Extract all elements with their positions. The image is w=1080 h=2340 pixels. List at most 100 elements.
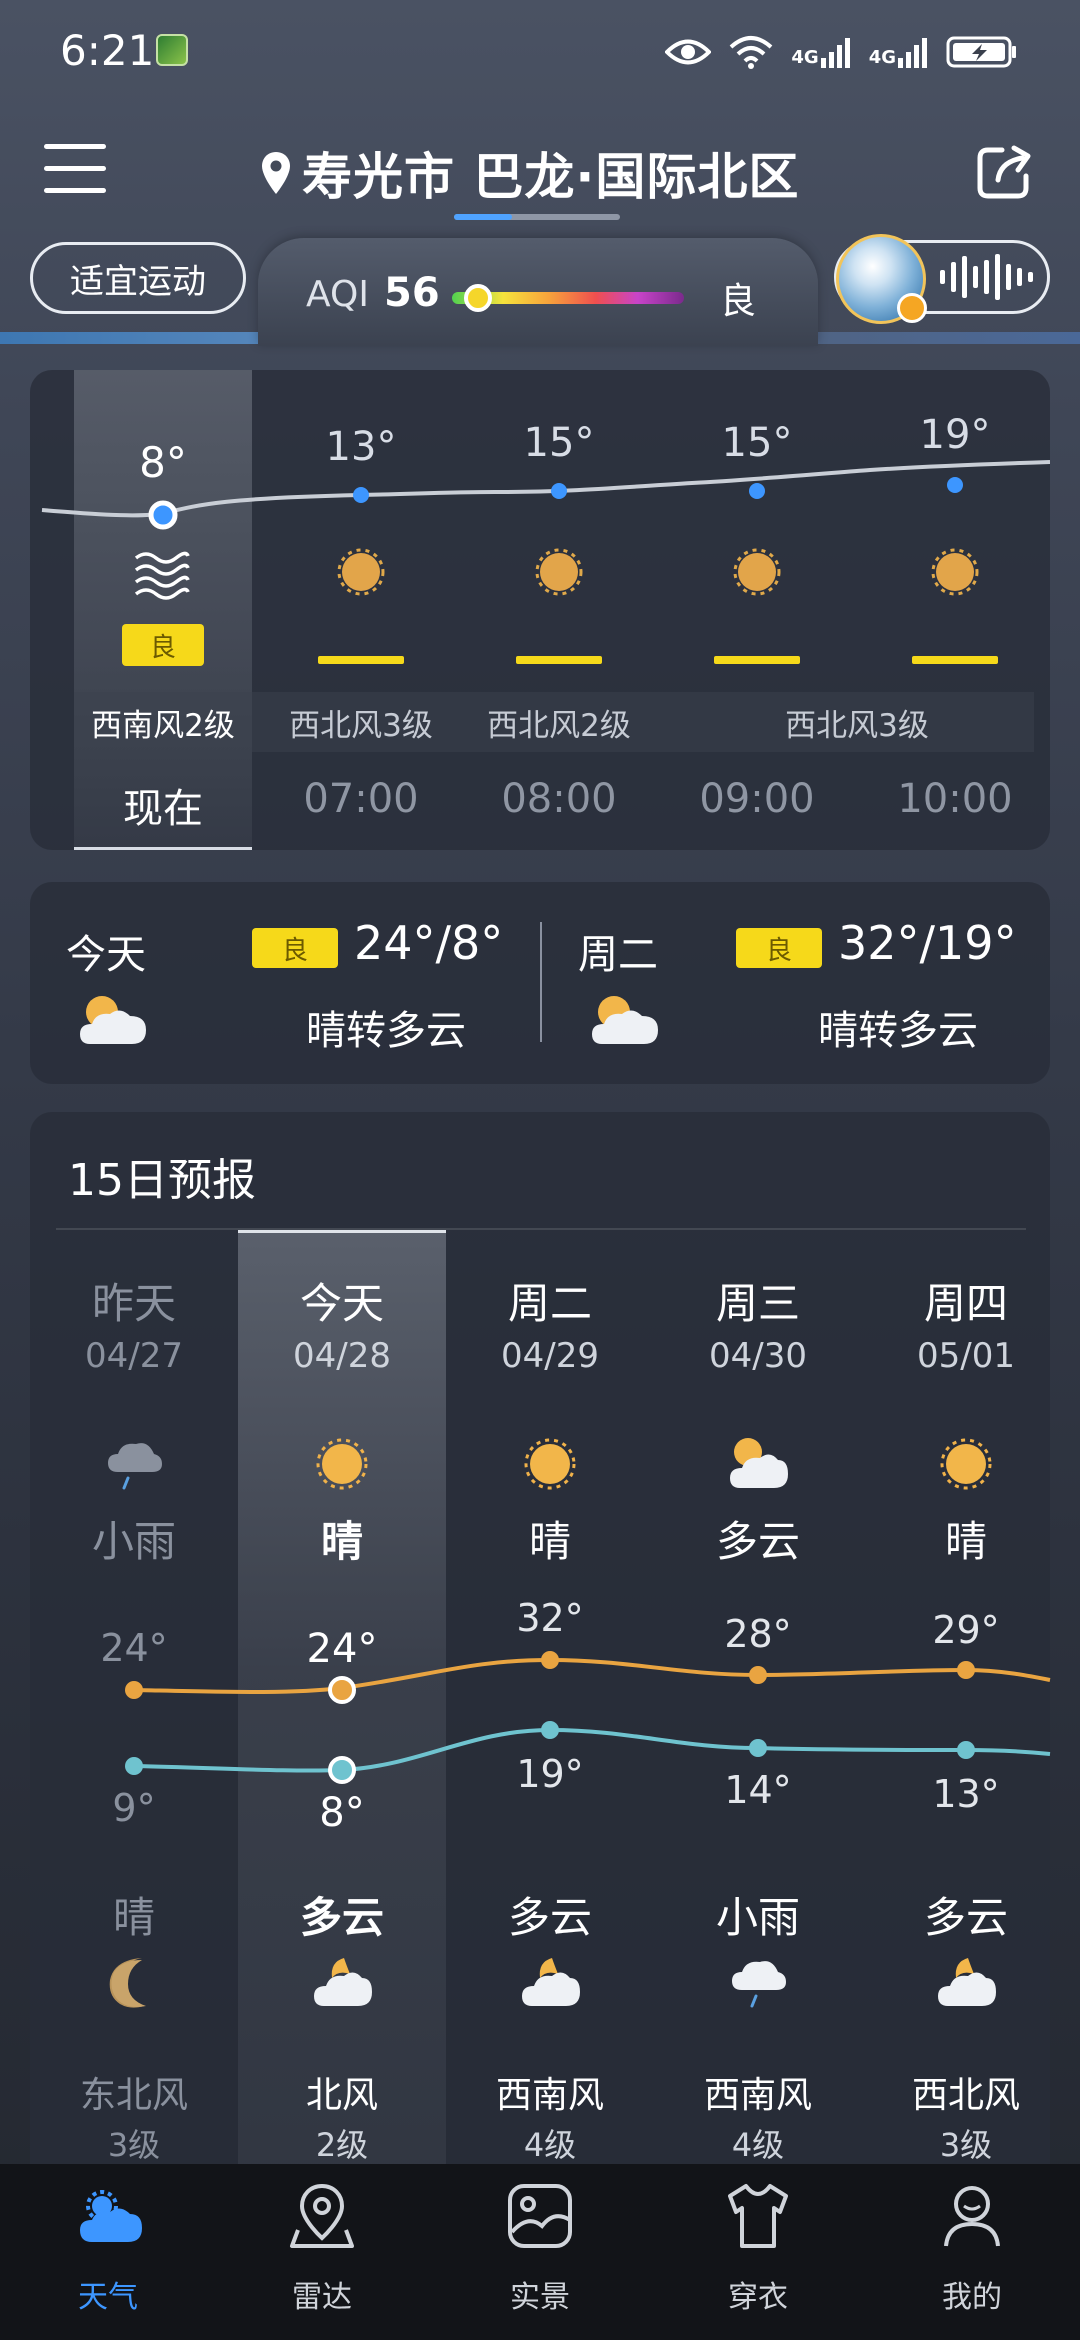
forecast-wind-level: 4级	[731, 2126, 785, 2164]
forecast-wind-level: 4级	[523, 2126, 577, 2164]
forecast-divider	[56, 1228, 1026, 1230]
hourly-temp: 19°	[919, 412, 991, 458]
forecast-day: 周四	[923, 1279, 1008, 1328]
hourly-aqi-bar	[714, 656, 800, 664]
nav-label: 穿衣	[728, 2280, 788, 2315]
sun-icon	[733, 548, 781, 596]
sun-icon	[940, 1438, 992, 1490]
forecast-day-condition: 多云	[715, 1517, 800, 1566]
forecast-night-condition: 晴	[112, 1893, 155, 1942]
summary-today-aqi: 良	[252, 928, 338, 968]
moon-icon	[109, 1958, 146, 2008]
forecast-title: 15日预报	[68, 1155, 256, 1206]
hourly-point	[353, 487, 369, 503]
hourly-time: 08:00	[501, 776, 617, 822]
hourly-temp: 15°	[721, 420, 793, 466]
forecast-low: 19°	[516, 1752, 584, 1796]
sun-icon	[931, 548, 979, 596]
battery-charging-icon	[946, 36, 1016, 68]
forecast-night-condition: 小雨	[715, 1893, 800, 1942]
play-icon	[897, 293, 927, 323]
hourly-temp: 15°	[523, 420, 595, 466]
summary-tomorrow-condition: 晴转多云	[818, 1008, 978, 1054]
signal-icon: 4G	[791, 36, 850, 68]
partly-cloudy-icon	[80, 996, 146, 1044]
sound-wave-icon	[940, 254, 1033, 300]
voice-avatar[interactable]	[836, 234, 927, 324]
forecast-high: 24°	[100, 1626, 168, 1670]
weather-icon	[80, 2190, 142, 2242]
photo-icon	[508, 2184, 572, 2248]
forecast-night-condition: 多云	[299, 1893, 384, 1942]
forecast-wind: 西北风	[911, 2075, 1020, 2116]
nav-weather[interactable]: 天气	[8, 2180, 208, 2330]
forecast-day-condition: 小雨	[91, 1517, 176, 1566]
forecast-high: 29°	[932, 1608, 1000, 1652]
forecast-night-condition: 多云	[507, 1893, 592, 1942]
aqi-level: 良	[720, 281, 757, 322]
light-rain-icon	[732, 1961, 786, 2008]
forecast-day-condition: 晴	[320, 1517, 363, 1566]
nav-radar[interactable]: 雷达	[222, 2180, 422, 2330]
sun-icon	[337, 548, 385, 596]
forecast-date: 04/28	[293, 1336, 391, 1376]
shirt-icon	[728, 2184, 788, 2248]
summary-tomorrow-aqi: 良	[736, 928, 822, 968]
forecast-low: 13°	[932, 1772, 1000, 1816]
location-name: 寿光市 巴龙·国际北区	[302, 148, 800, 206]
forecast-wind-level: 2级	[315, 2126, 369, 2164]
partly-cloudy-night-icon	[938, 1958, 996, 2006]
nav-label: 我的	[942, 2280, 1002, 2315]
hourly-time: 09:00	[699, 776, 815, 822]
nav-label: 雷达	[292, 2280, 352, 2315]
hourly-aqi-bar	[516, 656, 602, 664]
status-time: 6:21	[60, 26, 155, 75]
menu-icon[interactable]	[44, 144, 106, 196]
forecast-wind: 东北风	[79, 2075, 188, 2116]
hourly-time: 07:00	[303, 776, 419, 822]
partly-cloudy-night-icon	[314, 1958, 372, 2006]
nav-live-view[interactable]: 实景	[440, 2180, 640, 2330]
hourly-aqi-bar	[318, 656, 404, 664]
aqi-value: 56	[384, 270, 440, 316]
hourly-point	[551, 483, 567, 499]
summary-today-condition: 晴转多云	[306, 1008, 466, 1054]
forecast-day: 今天	[299, 1279, 384, 1328]
location-selector[interactable]: 寿光市 巴龙·国际北区	[260, 138, 799, 208]
forecast-day-condition: 晴	[528, 1517, 571, 1566]
forecast-day: 周二	[507, 1279, 592, 1328]
nav-label: 实景	[510, 2280, 570, 2315]
forecast-high: 32°	[516, 1596, 584, 1640]
forecast-wind: 西南风	[495, 2075, 604, 2116]
aqi-label: AQI	[306, 274, 369, 315]
forecast-wind-level: 3级	[939, 2126, 993, 2164]
summary-today-temp: 24°/8°	[354, 916, 504, 970]
summary-divider	[540, 922, 542, 1042]
hourly-temp: 13°	[325, 424, 397, 470]
sun-icon	[316, 1438, 368, 1490]
sport-suggestion-chip[interactable]: 适宜运动	[30, 242, 246, 314]
nav-profile[interactable]: 我的	[872, 2180, 1072, 2330]
status-icons: 4G 4G	[665, 30, 1018, 74]
forecast-low: 9°	[112, 1786, 156, 1830]
hourly-wind: 西南风2级	[91, 708, 235, 744]
forecast-low: 14°	[724, 1768, 792, 1812]
forecast-day: 昨天	[91, 1279, 176, 1328]
network-label: 4G	[868, 47, 896, 68]
nav-dressing[interactable]: 穿衣	[658, 2180, 858, 2330]
summary-tomorrow-temp: 32°/19°	[838, 916, 1017, 970]
hourly-aqi-bar	[912, 656, 998, 664]
sun-icon	[535, 548, 583, 596]
partly-cloudy-night-icon	[522, 1958, 580, 2006]
share-icon[interactable]	[972, 140, 1036, 204]
hourly-aqi-badge: 良	[122, 624, 204, 666]
location-pin-icon	[262, 152, 290, 194]
haze-icon	[134, 551, 190, 600]
partly-cloudy-icon	[730, 1438, 788, 1488]
forecast-night-condition: 多云	[923, 1893, 1008, 1942]
hourly-wind: 西北风3级	[289, 708, 433, 744]
hourly-time: 现在	[123, 786, 203, 832]
notification-app-icon	[156, 34, 188, 66]
hourly-wind: 西北风2级	[487, 708, 631, 744]
profile-icon	[944, 2186, 1000, 2247]
